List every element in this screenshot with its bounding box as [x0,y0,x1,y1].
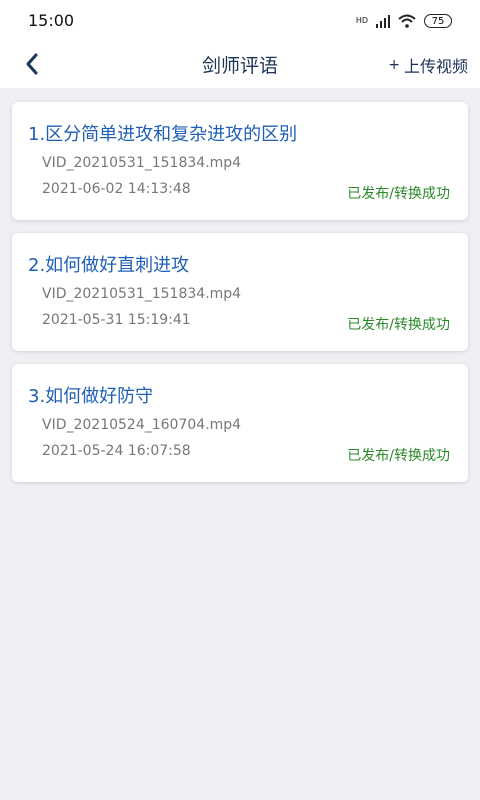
nav-bar: 剑师评语 + 上传视频 [0,42,480,88]
status-bar: 15:00 HD 75 [0,0,480,42]
video-list: 1.区分简单进攻和复杂进攻的区别 VID_20210531_151834.mp4… [12,102,468,495]
item-filename: VID_20210531_151834.mp4 [42,286,242,302]
item-date: 2021-05-31 15:19:41 [42,312,191,328]
item-title: 1.区分简单进攻和复杂进攻的区别 [28,124,298,145]
list-item[interactable]: 2.如何做好直刺进攻 VID_20210531_151834.mp4 2021-… [12,233,468,351]
signal-icon [376,15,390,28]
item-status: 已发布/转换成功 [347,186,450,202]
upload-video-button[interactable]: + 上传视频 [388,53,468,77]
list-item[interactable]: 3.如何做好防守 VID_20210524_160704.mp4 2021-05… [12,364,468,482]
plus-icon: + [388,57,400,73]
item-date: 2021-05-24 16:07:58 [42,443,191,459]
network-type-label: HD [355,16,368,25]
list-item[interactable]: 1.区分简单进攻和复杂进攻的区别 VID_20210531_151834.mp4… [12,102,468,220]
item-title: 2.如何做好直刺进攻 [28,255,190,276]
upload-video-label: 上传视频 [403,57,468,76]
item-status: 已发布/转换成功 [347,317,450,333]
wifi-icon [398,14,416,28]
item-date: 2021-06-02 14:13:48 [42,181,191,197]
item-filename: VID_20210524_160704.mp4 [42,417,242,433]
battery-indicator: 75 [424,14,452,28]
item-title: 3.如何做好防守 [28,386,154,407]
status-icons: HD 75 [356,12,452,30]
item-status: 已发布/转换成功 [347,448,450,464]
item-filename: VID_20210531_151834.mp4 [42,155,242,171]
status-time: 15:00 [28,11,75,30]
